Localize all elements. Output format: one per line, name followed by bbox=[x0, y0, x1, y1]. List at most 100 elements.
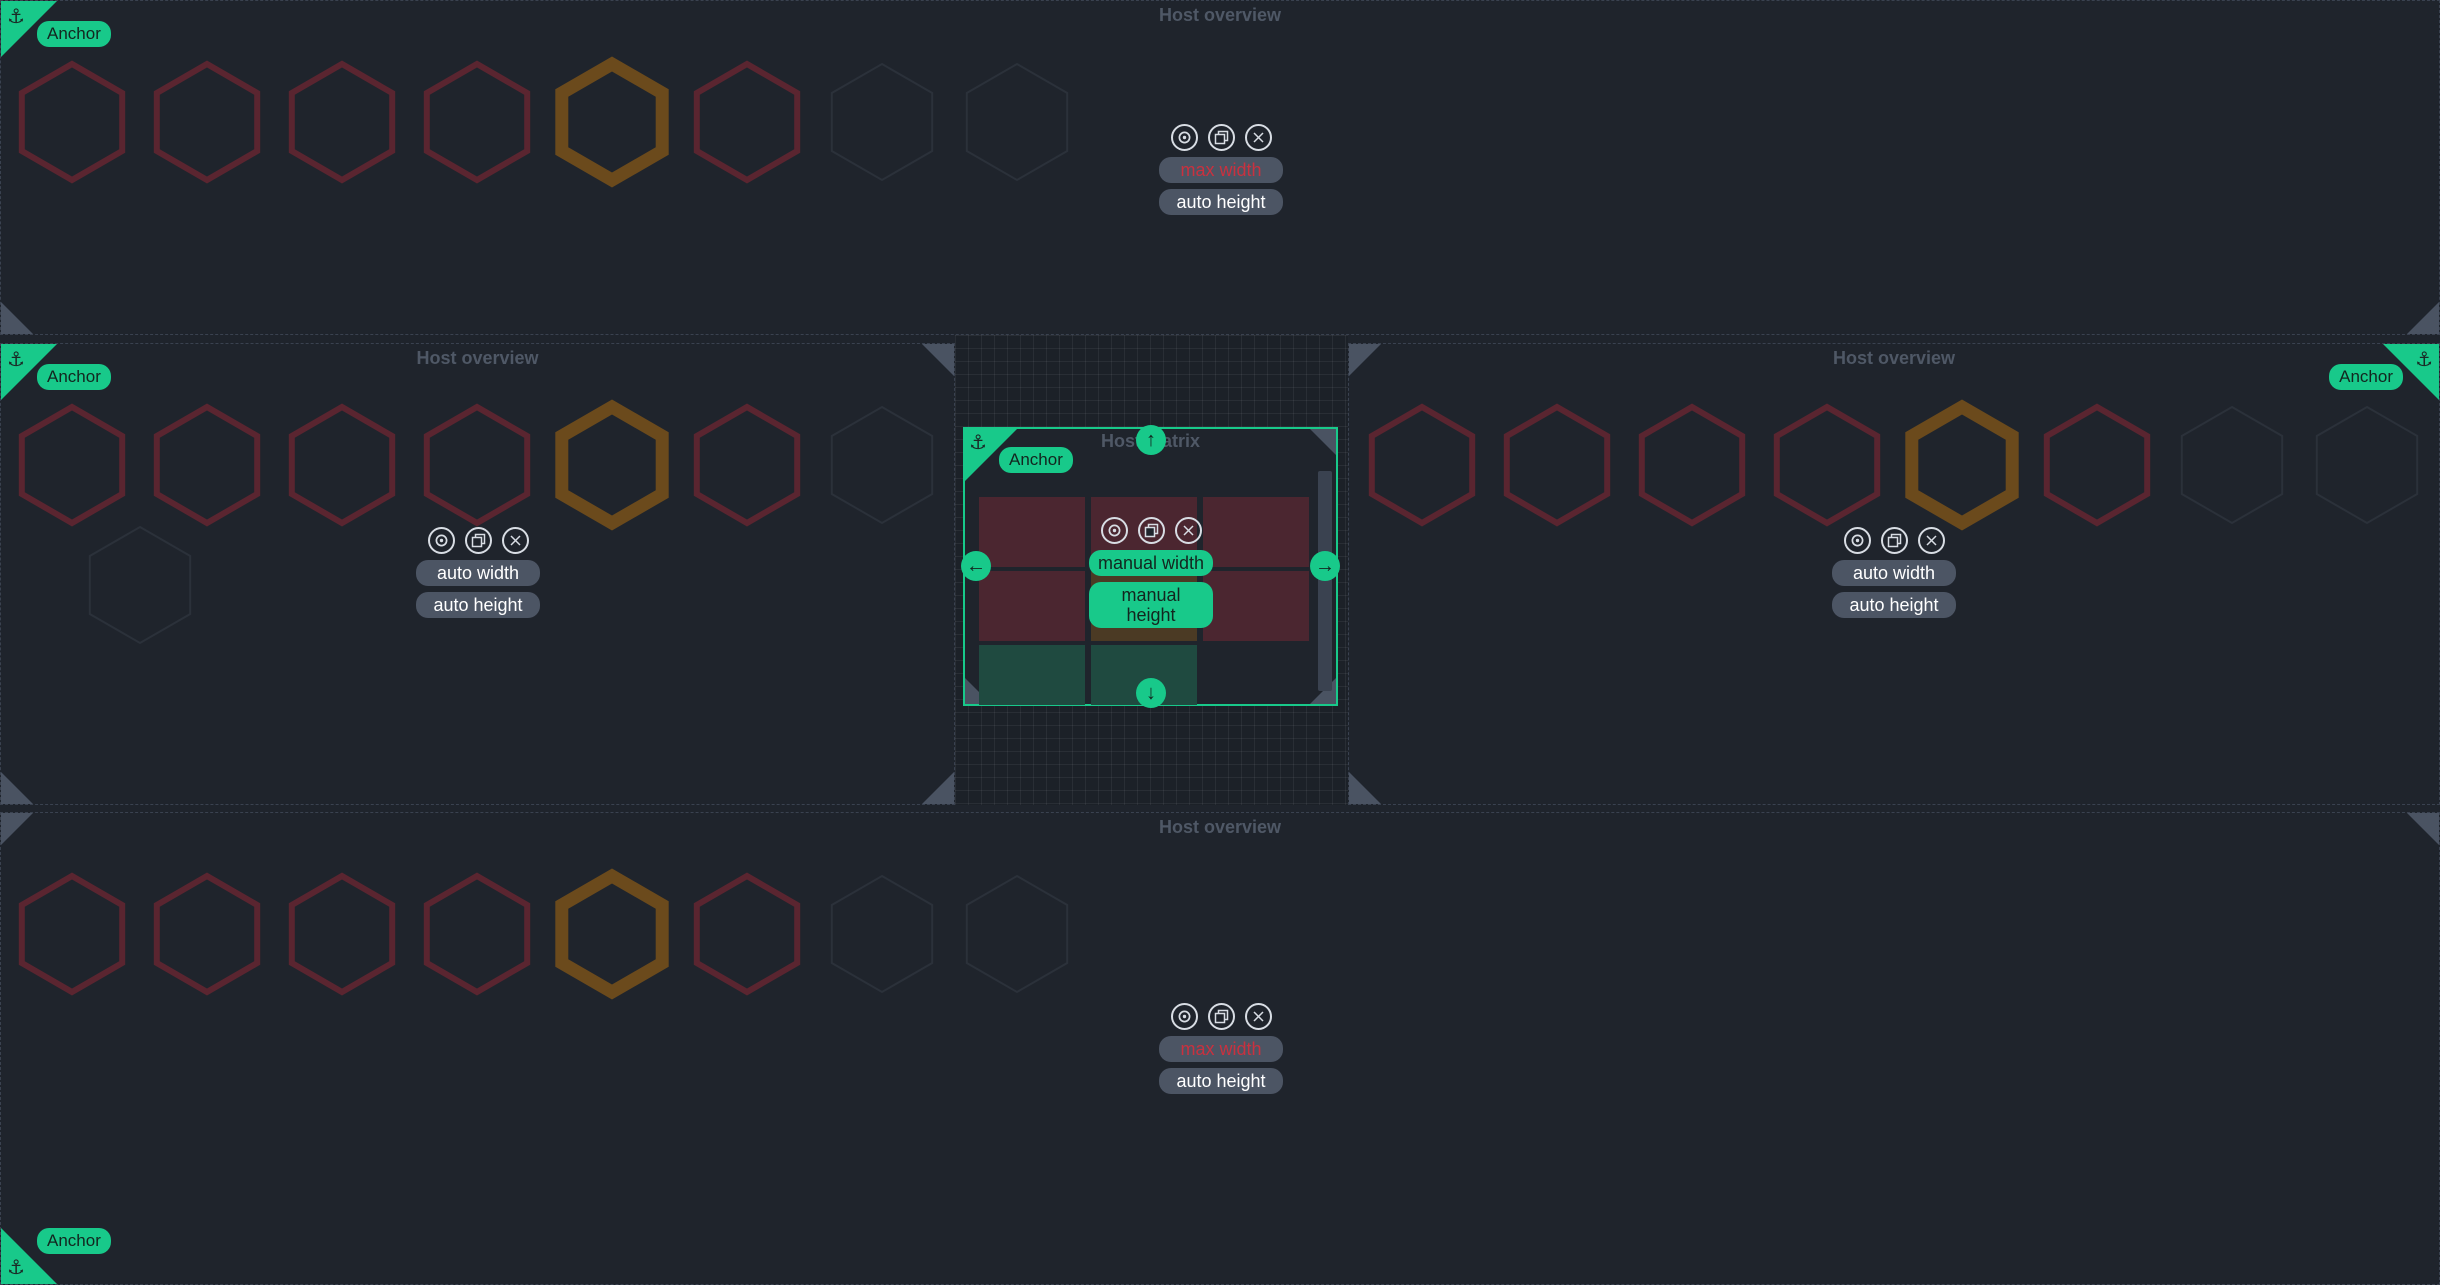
hexagon-grey bbox=[2180, 405, 2284, 525]
gear-icon[interactable] bbox=[1843, 527, 1871, 554]
hexagon-red bbox=[1638, 403, 1746, 527]
dashlet-controls: max width auto height bbox=[1156, 1003, 1286, 1100]
height-mode-button[interactable]: auto height bbox=[416, 592, 540, 618]
resize-corner-bottom-right[interactable] bbox=[2407, 302, 2439, 334]
close-icon[interactable] bbox=[1174, 517, 1202, 544]
hexagon-red bbox=[288, 872, 396, 996]
resize-up-button[interactable]: ↑ bbox=[1136, 425, 1166, 455]
hexagon-red bbox=[18, 872, 126, 996]
anchor-label: Anchor bbox=[37, 1228, 111, 1254]
close-icon[interactable] bbox=[1244, 1003, 1272, 1030]
close-icon[interactable] bbox=[501, 527, 529, 554]
dashlet-host-overview-right[interactable]: Host overview ⚓ Anchor auto width auto h… bbox=[1348, 343, 2440, 805]
hexagon-red bbox=[693, 403, 801, 527]
hexagon-red bbox=[423, 872, 531, 996]
resize-corner-bottom-left[interactable] bbox=[1, 772, 33, 804]
dashlet-title: Host overview bbox=[1158, 817, 1282, 837]
scrollbar[interactable] bbox=[1318, 471, 1332, 691]
close-icon[interactable] bbox=[1917, 527, 1945, 554]
resize-corner-top-right[interactable] bbox=[922, 344, 954, 376]
hexagon-red bbox=[288, 60, 396, 184]
hexagon-red bbox=[423, 403, 531, 527]
dashlet-title: Host overview bbox=[1832, 348, 1956, 368]
hexagon-red bbox=[1368, 403, 1476, 527]
height-mode-button[interactable]: auto height bbox=[1159, 1068, 1283, 1094]
hexagon-red bbox=[693, 872, 801, 996]
dashlet-controls: max width auto height bbox=[1156, 124, 1286, 221]
height-mode-button[interactable]: manual height bbox=[1089, 582, 1213, 628]
hexagon-red bbox=[2043, 403, 2151, 527]
hexagon-red bbox=[18, 60, 126, 184]
anchor-icon: ⚓ bbox=[7, 1257, 25, 1279]
hexagon-red bbox=[288, 403, 396, 527]
resize-corner-top-left[interactable] bbox=[1349, 344, 1381, 376]
hexagon-grey bbox=[88, 525, 192, 645]
hexagon-orange bbox=[555, 868, 669, 1000]
clone-icon[interactable] bbox=[1207, 124, 1235, 151]
hexagon-red bbox=[1503, 403, 1611, 527]
resize-corner-bottom-left[interactable] bbox=[1, 302, 33, 334]
height-mode-button[interactable]: auto height bbox=[1159, 189, 1283, 215]
hexagon-grey bbox=[830, 874, 934, 994]
hexagon-orange bbox=[555, 399, 669, 531]
hexagon-grey bbox=[965, 874, 1069, 994]
hexagon-row bbox=[18, 868, 1069, 1000]
dashlet-host-overview-left[interactable]: Host overview ⚓ Anchor auto width auto h… bbox=[0, 343, 955, 805]
dashlet-host-overview-bottom[interactable]: Host overview ⚓ Anchor max width auto he… bbox=[0, 812, 2440, 1285]
hexagon-red bbox=[153, 60, 261, 184]
hexagon-red bbox=[153, 403, 261, 527]
resize-corner-top-right[interactable] bbox=[1310, 429, 1336, 455]
resize-down-button[interactable]: ↓ bbox=[1136, 678, 1166, 708]
matrix-cell bbox=[1203, 571, 1309, 641]
anchor-icon: ⚓ bbox=[2415, 349, 2433, 371]
dashlet-controls: auto width auto height bbox=[1829, 527, 1959, 624]
resize-corner-bottom-right[interactable] bbox=[922, 772, 954, 804]
dashlet-controls: manual width manual height bbox=[1086, 517, 1216, 634]
clone-icon[interactable] bbox=[464, 527, 492, 554]
dashlet-host-matrix[interactable]: Host matrix ⚓ Anchor ↑ ↓ ← → manual widt… bbox=[961, 425, 1340, 708]
hexagon-grey bbox=[830, 62, 934, 182]
hexagon-grey bbox=[965, 62, 1069, 182]
clone-icon[interactable] bbox=[1137, 517, 1165, 544]
clone-icon[interactable] bbox=[1880, 527, 1908, 554]
gear-icon[interactable] bbox=[1170, 1003, 1198, 1030]
anchor-icon: ⚓ bbox=[7, 6, 25, 28]
anchor-label: Anchor bbox=[999, 447, 1073, 473]
hexagon-row bbox=[1368, 399, 2419, 531]
close-icon[interactable] bbox=[1244, 124, 1272, 151]
anchor-label: Anchor bbox=[2329, 364, 2403, 390]
resize-corner-top-left[interactable] bbox=[1, 813, 33, 845]
resize-corner-top-right[interactable] bbox=[2407, 813, 2439, 845]
dashlet-title: Host overview bbox=[1158, 5, 1282, 25]
resize-corner-bottom-left[interactable] bbox=[1349, 772, 1381, 804]
hexagon-grey bbox=[2315, 405, 2419, 525]
gear-icon[interactable] bbox=[1170, 124, 1198, 151]
anchor-icon: ⚓ bbox=[7, 349, 25, 371]
width-mode-button[interactable]: max width bbox=[1159, 157, 1283, 183]
anchor-icon: ⚓ bbox=[969, 432, 987, 454]
resize-left-button[interactable]: ← bbox=[961, 551, 991, 581]
resize-right-button[interactable]: → bbox=[1310, 551, 1340, 581]
gear-icon[interactable] bbox=[427, 527, 455, 554]
anchor-label: Anchor bbox=[37, 364, 111, 390]
hexagon-red bbox=[18, 403, 126, 527]
matrix-cell bbox=[979, 645, 1085, 705]
width-mode-button[interactable]: auto width bbox=[416, 560, 540, 586]
width-mode-button[interactable]: max width bbox=[1159, 1036, 1283, 1062]
width-mode-button[interactable]: manual width bbox=[1089, 550, 1213, 576]
height-mode-button[interactable]: auto height bbox=[1832, 592, 1956, 618]
dashlet-controls: auto width auto height bbox=[413, 527, 543, 624]
dashlet-title: Host overview bbox=[416, 348, 539, 368]
anchor-label: Anchor bbox=[37, 21, 111, 47]
hexagon-red bbox=[153, 872, 261, 996]
hexagon-orange bbox=[555, 56, 669, 188]
matrix-cell bbox=[979, 497, 1085, 567]
hexagon-orange bbox=[1905, 399, 2019, 531]
hexagon-red bbox=[423, 60, 531, 184]
hexagon-red bbox=[1773, 403, 1881, 527]
gear-icon[interactable] bbox=[1100, 517, 1128, 544]
matrix-cell bbox=[1203, 497, 1309, 567]
dashlet-host-overview-top[interactable]: Host overview ⚓ Anchor max width auto he… bbox=[0, 0, 2440, 335]
clone-icon[interactable] bbox=[1207, 1003, 1235, 1030]
width-mode-button[interactable]: auto width bbox=[1832, 560, 1956, 586]
